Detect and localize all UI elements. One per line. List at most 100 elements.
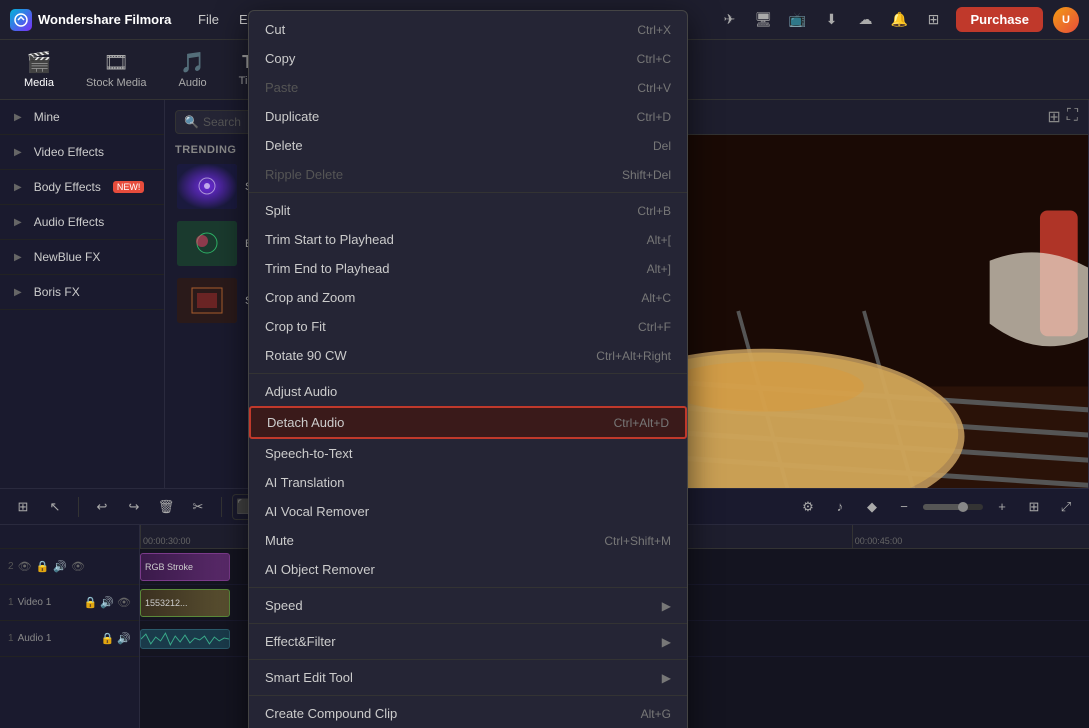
grid-icon[interactable]: ⊞ [920,7,946,33]
ctx-mute-label: Mute [265,533,294,548]
ctx-crop-and-zoom[interactable]: Crop and Zoom Alt+C [249,283,687,312]
track-eye-icon[interactable]: 👁 [117,596,131,609]
sidebar-item-body-effects-label: Body Effects [34,180,101,194]
track-audio-icon[interactable]: 🔊 [100,596,114,609]
ctx-split[interactable]: Split Ctrl+B [249,196,687,225]
timeline-clip-audio[interactable] [140,629,230,649]
zoom-in-button[interactable]: + [989,494,1015,520]
ctx-ripple-delete: Ripple Delete Shift+Del [249,160,687,189]
ctx-rotate-90cw[interactable]: Rotate 90 CW Ctrl+Alt+Right [249,341,687,370]
track-lock-icon[interactable]: 🔒 [101,632,115,645]
audio-toggle-button[interactable]: ♪ [827,494,853,520]
tab-stock-media-label: Stock Media [86,77,147,89]
arrow-icon: ▶ [14,217,22,228]
sidebar-item-newblue-fx[interactable]: ▶ NewBlue FX [0,240,164,275]
sidebar-item-boris-fx[interactable]: ▶ Boris FX [0,275,164,310]
arrow-icon: ▶ [14,182,22,193]
expand-button[interactable]: ⤢ [1053,494,1079,520]
ctx-create-compound-clip-label: Create Compound Clip [265,706,397,721]
ctx-trim-start[interactable]: Trim Start to Playhead Alt+[ [249,225,687,254]
track-eye-icon[interactable]: 👁 [18,560,32,573]
track-num: 1 [8,633,14,644]
redo-button[interactable]: ↪ [121,494,147,520]
menu-file[interactable]: File [190,9,227,30]
view-icons: ⊞ ⛶ [1047,107,1078,127]
ctx-separator [249,587,687,588]
layout-grid-button[interactable]: ⊞ [10,494,36,520]
ctx-detach-audio[interactable]: Detach Audio Ctrl+Alt+D [249,406,687,439]
ctx-duplicate[interactable]: Duplicate Ctrl+D [249,102,687,131]
track-vis-icon[interactable]: 👁 [71,560,85,573]
zoom-slider[interactable] [923,504,983,510]
ctx-separator [249,623,687,624]
ctx-cut[interactable]: Cut Ctrl+X [249,15,687,44]
ctx-speed-arrow-icon: ▶ [662,599,671,613]
ctx-crop-to-fit[interactable]: Crop to Fit Ctrl+F [249,312,687,341]
ctx-mute-shortcut: Ctrl+Shift+M [604,534,671,548]
track-lock-icon[interactable]: 🔒 [84,596,98,609]
fullscreen-icon[interactable]: ⛶ [1067,107,1078,127]
ctx-effect-filter[interactable]: Effect&Filter ▶ [249,627,687,656]
delete-button[interactable]: 🗑 [153,494,179,520]
ctx-speed[interactable]: Speed ▶ [249,591,687,620]
ctx-ai-object-remover[interactable]: AI Object Remover [249,555,687,584]
timeline-clip-video[interactable]: 1553212... [140,589,230,617]
share-icon[interactable]: ✈ [716,7,742,33]
ctx-create-compound-clip[interactable]: Create Compound Clip Alt+G [249,699,687,728]
screen-icon[interactable]: 🖥 [750,7,776,33]
track-audio-icon[interactable]: 🔊 [117,632,131,645]
ctx-ai-vocal-remover[interactable]: AI Vocal Remover [249,497,687,526]
undo-button[interactable]: ↩ [89,494,115,520]
arrow-icon: ▶ [14,287,22,298]
ctx-mute[interactable]: Mute Ctrl+Shift+M [249,526,687,555]
sidebar-item-audio-effects[interactable]: ▶ Audio Effects [0,205,164,240]
search-icon: 🔍 [184,115,199,129]
ctx-speech-to-text[interactable]: Speech-to-Text [249,439,687,468]
ctx-duplicate-shortcut: Ctrl+D [637,110,671,124]
timeline-settings-button[interactable]: ⚙ [795,494,821,520]
ctx-separator [249,659,687,660]
sidebar-item-newblue-fx-label: NewBlue FX [34,250,101,264]
split-view-icon[interactable]: ⊞ [1047,107,1060,127]
zoom-out-button[interactable]: − [891,494,917,520]
stock-media-icon: 🎞 [104,50,129,75]
ctx-delete[interactable]: Delete Del [249,131,687,160]
cut-button[interactable]: ✂ [185,494,211,520]
cursor-button[interactable]: ↖ [42,494,68,520]
ctx-rotate-90cw-shortcut: Ctrl+Alt+Right [596,349,671,363]
track-lock-icon[interactable]: 🔒 [36,560,50,573]
purchase-button[interactable]: Purchase [956,7,1043,32]
tv-icon[interactable]: 📺 [784,7,810,33]
track-audio-icon[interactable]: 🔊 [53,560,67,573]
ctx-ai-translation[interactable]: AI Translation [249,468,687,497]
timeline-clip-rgb[interactable]: RGB Stroke [140,553,230,581]
ctx-speed-label: Speed [265,598,303,613]
keyframe-button[interactable]: ◆ [859,494,885,520]
ctx-trim-end[interactable]: Trim End to Playhead Alt+] [249,254,687,283]
tab-media[interactable]: 🎬 Media [10,44,68,95]
ctx-adjust-audio[interactable]: Adjust Audio [249,377,687,406]
ctx-trim-end-label: Trim End to Playhead [265,261,390,276]
ctx-smart-edit-tool[interactable]: Smart Edit Tool ▶ [249,663,687,692]
ctx-copy[interactable]: Copy Ctrl+C [249,44,687,73]
tab-stock-media[interactable]: 🎞 Stock Media [72,44,161,95]
ctx-split-label: Split [265,203,290,218]
multi-track-button[interactable]: ⊞ [1021,494,1047,520]
sidebar-item-body-effects[interactable]: ▶ Body Effects NEW! [0,170,164,205]
ctx-ai-translation-label: AI Translation [265,475,345,490]
ctx-cut-shortcut: Ctrl+X [637,23,671,37]
upload-icon[interactable]: ☁ [852,7,878,33]
ctx-ripple-delete-shortcut: Shift+Del [622,168,671,182]
audio-waveform [141,629,229,649]
bell-icon[interactable]: 🔔 [886,7,912,33]
avatar[interactable]: U [1053,7,1079,33]
sidebar-item-video-effects[interactable]: ▶ Video Effects [0,135,164,170]
ctx-detach-audio-label: Detach Audio [267,415,344,430]
ctx-paste-shortcut: Ctrl+V [637,81,671,95]
ctx-split-shortcut: Ctrl+B [637,204,671,218]
ctx-cut-label: Cut [265,22,285,37]
tab-audio[interactable]: 🎵 Audio [165,44,221,95]
arrow-icon: ▶ [14,112,22,123]
sidebar-item-mine[interactable]: ▶ Mine [0,100,164,135]
download-icon[interactable]: ⬇ [818,7,844,33]
